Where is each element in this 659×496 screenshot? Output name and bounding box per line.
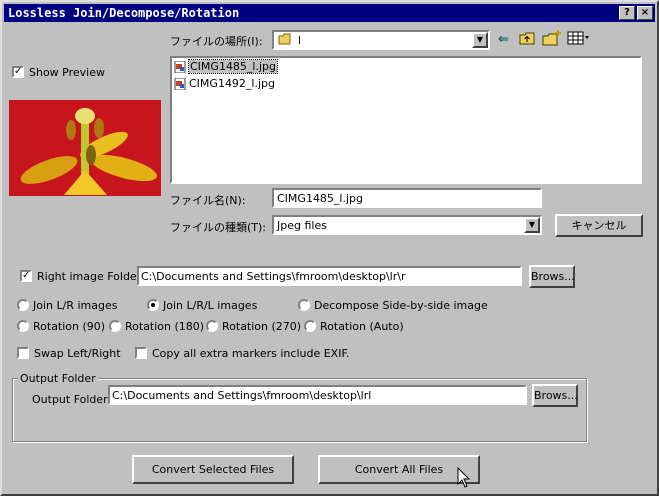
rotauto-label: Rotation (Auto) <box>320 320 404 333</box>
rot180-label: Rotation (180) <box>125 320 205 333</box>
right-folder-path: C:\Documents and Settings\fmroom\desktop… <box>141 270 406 283</box>
filename-label: ファイル名(N): <box>170 194 246 207</box>
mouse-cursor-icon <box>457 467 471 488</box>
chevron-down-icon[interactable]: ▼ <box>524 217 540 233</box>
view-menu-icon[interactable] <box>567 30 591 49</box>
convert-all-button[interactable]: Convert All Files <box>318 455 480 484</box>
swap-checkbox[interactable] <box>17 347 29 359</box>
jpeg-file-icon <box>174 77 186 91</box>
location-dropdown[interactable]: l ▼ <box>272 30 490 50</box>
up-folder-icon[interactable] <box>519 30 537 49</box>
filename-input[interactable]: CIMG1485_l.jpg <box>272 188 542 208</box>
join-lr-label: Join L/R images <box>33 299 118 312</box>
window-title: Lossless Join/Decompose/Rotation <box>8 6 240 20</box>
join-lr-radio[interactable] <box>17 299 29 311</box>
right-folder-label: Right image Folder : <box>37 270 149 283</box>
cancel-button[interactable]: キャンセル <box>555 214 643 237</box>
filetype-dropdown[interactable]: Jpeg files ▼ <box>272 215 542 235</box>
decompose-radio[interactable] <box>298 299 310 311</box>
file-item[interactable]: CIMG1492_l.jpg <box>174 77 275 91</box>
title-bar[interactable]: Lossless Join/Decompose/Rotation ? × <box>4 4 655 22</box>
flower-picture <box>9 100 161 196</box>
preview-image <box>9 100 161 196</box>
back-arrow-icon[interactable]: ⇐ <box>498 32 509 47</box>
copy-markers-label: Copy all extra markers include EXIF. <box>152 347 350 360</box>
decompose-label: Decompose Side-by-side image <box>314 299 488 312</box>
location-value: l <box>298 34 302 47</box>
close-button[interactable]: × <box>637 6 653 20</box>
rot180-radio[interactable] <box>109 320 121 332</box>
output-folder-input[interactable]: C:\Documents and Settings\fmroom\desktop… <box>108 385 527 405</box>
right-folder-browse-button[interactable]: Brows... <box>529 265 575 288</box>
app-window: Lossless Join/Decompose/Rotation ? × ✓ S… <box>0 0 659 496</box>
join-lrl-radio[interactable] <box>147 299 159 311</box>
folder-icon <box>278 33 292 48</box>
chevron-down-icon[interactable]: ▼ <box>472 32 488 48</box>
new-folder-icon[interactable] <box>542 29 562 50</box>
copy-markers-checkbox[interactable] <box>135 347 147 359</box>
jpeg-file-icon <box>174 60 186 74</box>
join-lrl-label: Join L/R/L images <box>163 299 258 312</box>
file-name: CIMG1485_l.jpg <box>187 59 279 74</box>
location-label: ファイルの場所(I): <box>170 35 263 48</box>
swap-label: Swap Left/Right <box>34 347 121 360</box>
help-button[interactable]: ? <box>619 6 635 20</box>
convert-selected-button[interactable]: Convert Selected Files <box>132 455 294 484</box>
rot270-radio[interactable] <box>206 320 218 332</box>
rot90-label: Rotation (90) <box>33 320 106 333</box>
file-list[interactable]: CIMG1485_l.jpg CIMG1492_l.jpg <box>170 56 642 184</box>
file-item[interactable]: CIMG1485_l.jpg <box>174 59 279 74</box>
right-folder-checkbox[interactable]: ✓ <box>20 270 32 282</box>
output-folder-path: C:\Documents and Settings\fmroom\desktop… <box>112 389 372 402</box>
output-group-label: Output Folder <box>18 372 98 385</box>
rot270-label: Rotation (270) <box>222 320 302 333</box>
filetype-label: ファイルの種類(T): <box>170 221 267 234</box>
filetype-value: Jpeg files <box>277 219 327 232</box>
right-folder-input[interactable]: C:\Documents and Settings\fmroom\desktop… <box>137 266 522 286</box>
rot90-radio[interactable] <box>17 320 29 332</box>
show-preview-checkbox[interactable]: ✓ <box>12 66 24 78</box>
output-browse-button[interactable]: Brows... <box>532 384 578 407</box>
filename-value: CIMG1485_l.jpg <box>277 192 364 205</box>
file-name: CIMG1492_l.jpg <box>189 77 276 90</box>
show-preview-label: Show Preview <box>29 66 105 79</box>
output-folder-label: Output Folder : <box>32 393 115 406</box>
rotauto-radio[interactable] <box>304 320 316 332</box>
